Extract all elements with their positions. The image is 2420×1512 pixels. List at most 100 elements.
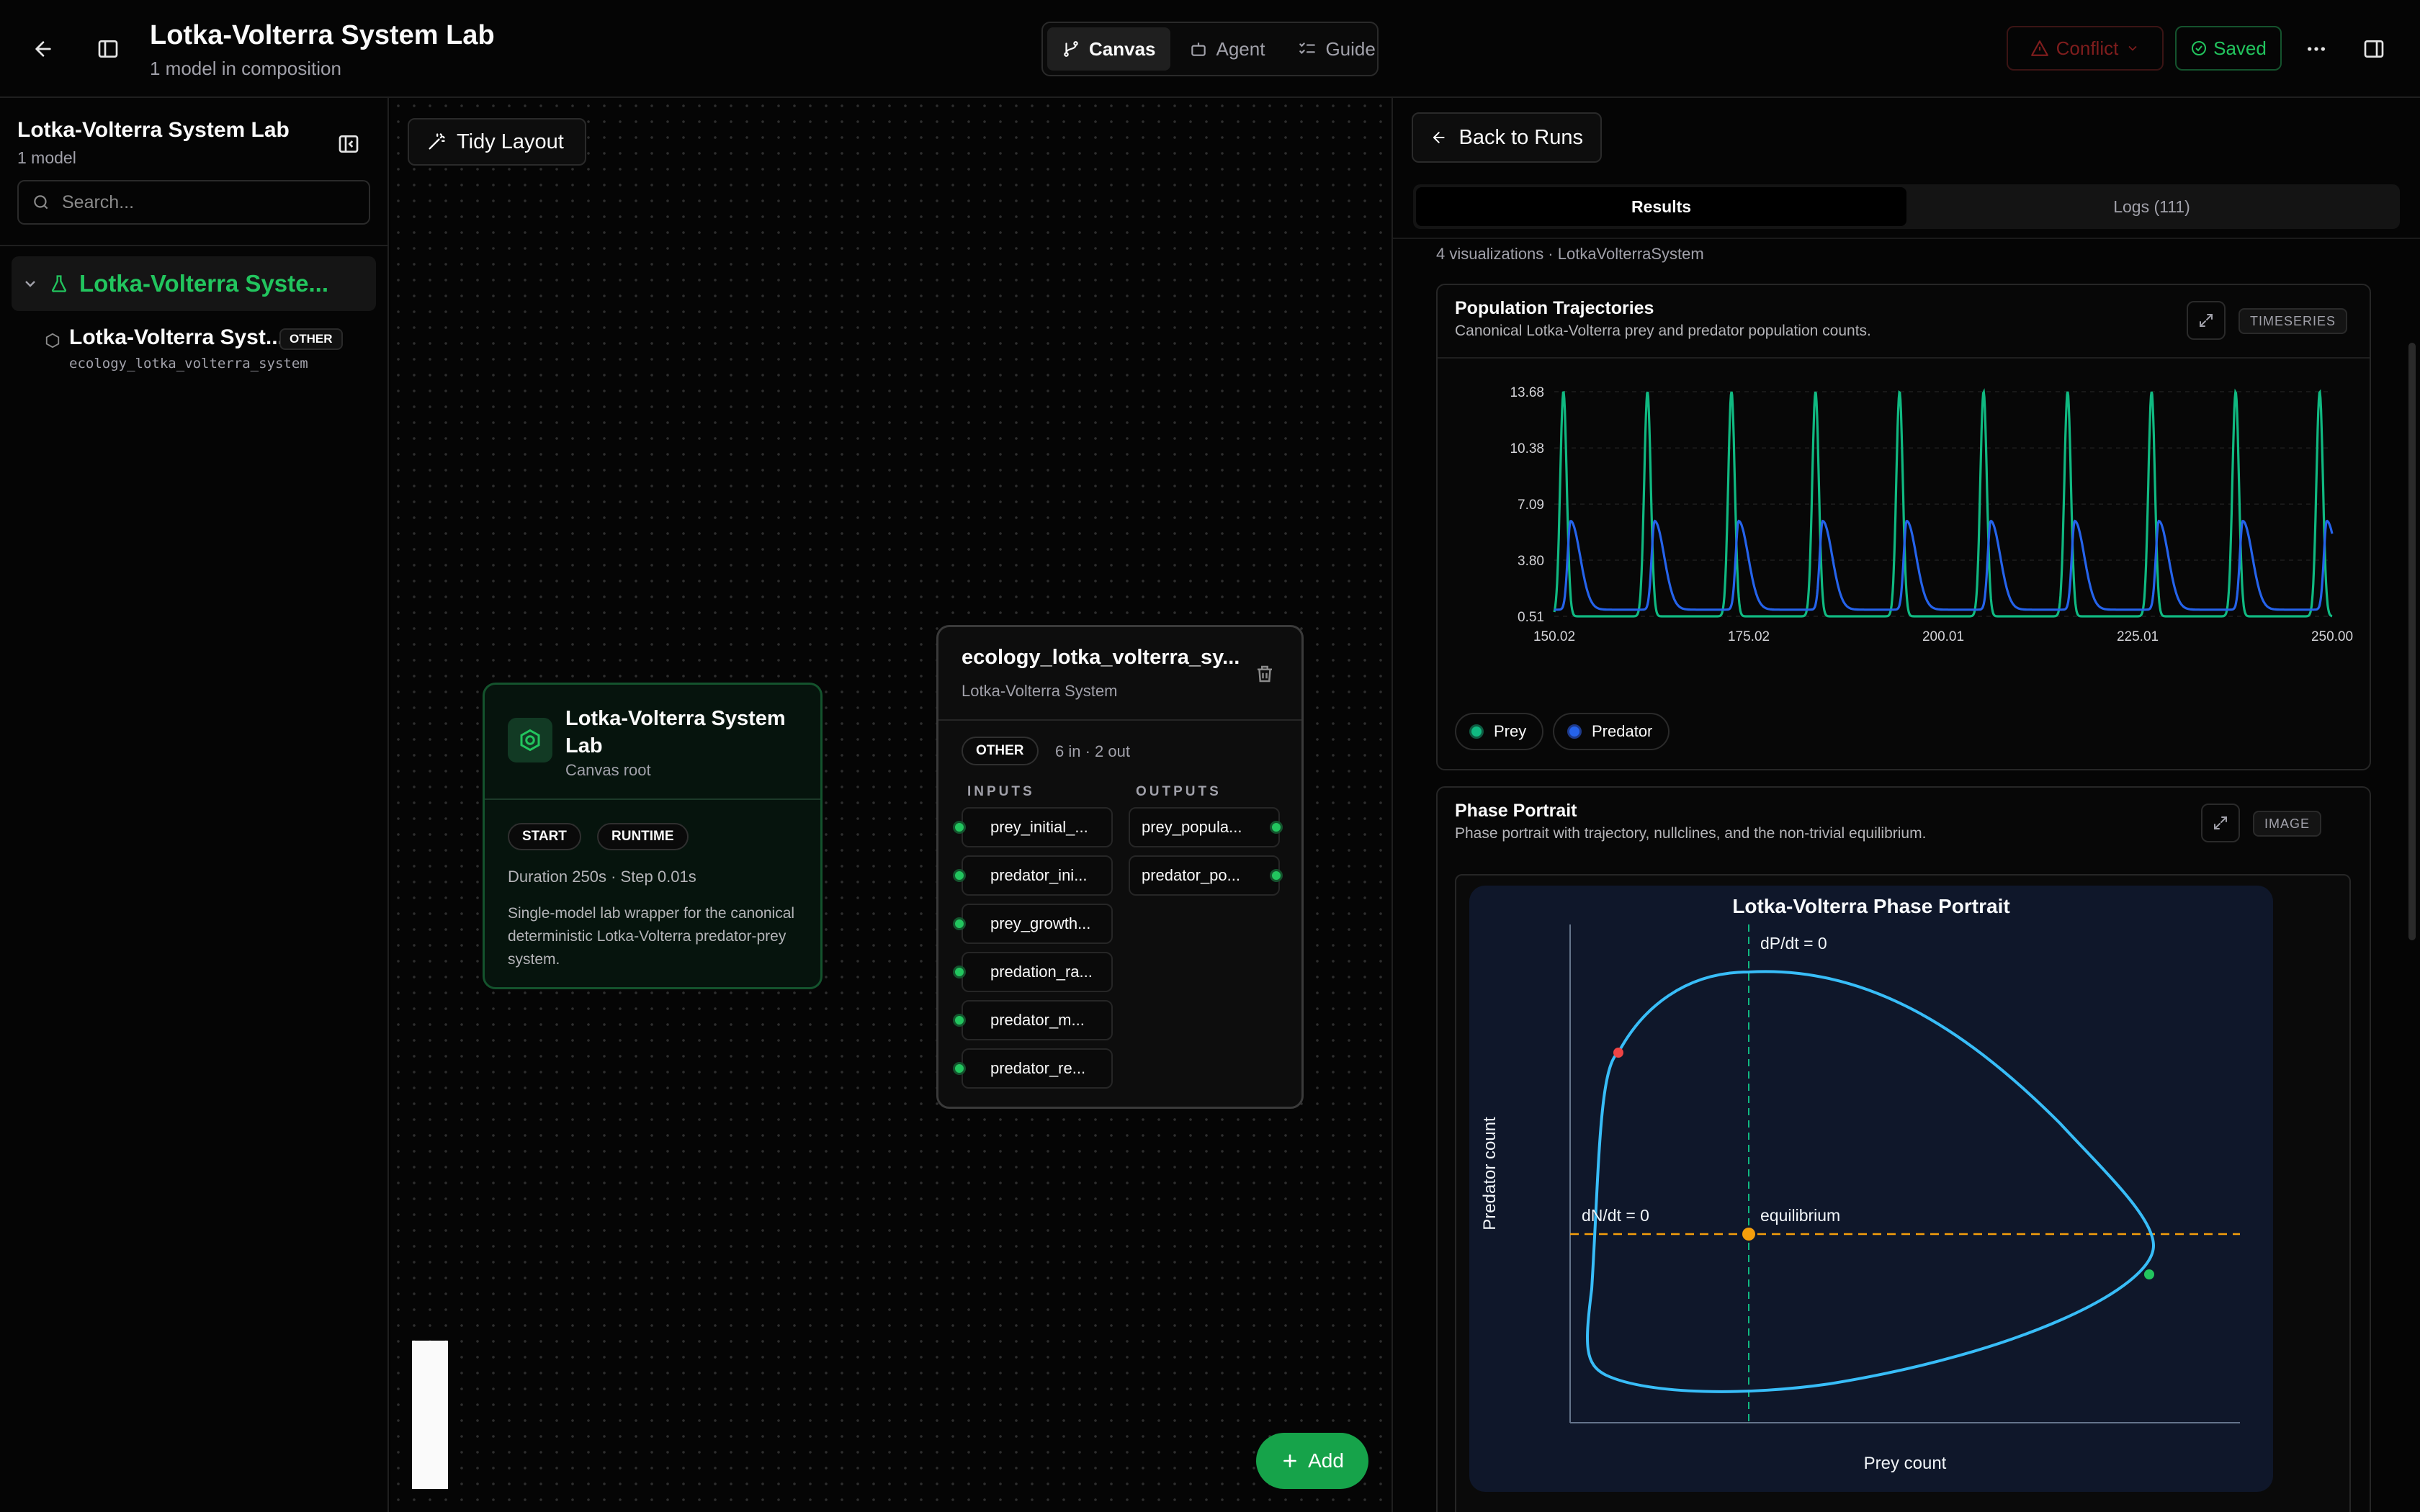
collapse-sidebar-icon[interactable] <box>334 130 363 158</box>
page-title: Lotka-Volterra System Lab <box>150 20 495 50</box>
input-port[interactable]: prey_initial_... <box>962 807 1113 847</box>
chevron-down-icon <box>25 281 35 287</box>
sidebar-item-label: Lotka-Volterra Syst... <box>69 325 284 349</box>
port-label: predator_m... <box>990 1011 1085 1029</box>
port-label: predator_re... <box>990 1059 1086 1077</box>
expand-icon[interactable] <box>2201 804 2240 842</box>
phase-title: Lotka-Volterra Phase Portrait <box>1732 895 2009 917</box>
input-handle[interactable] <box>953 966 966 978</box>
warning-icon <box>2030 40 2048 56</box>
chart-grid <box>1554 391 2332 617</box>
back-to-runs-button[interactable]: Back to Runs <box>1412 112 1602 163</box>
phase-portrait-image: Lotka-Volterra Phase Portrait dP/dt = 0 … <box>1469 886 2273 1492</box>
tab-guide[interactable]: Guide <box>1283 27 1389 71</box>
legend-label: Predator <box>1592 722 1653 740</box>
input-port[interactable]: predator_ini... <box>962 855 1113 896</box>
back-arrow-icon[interactable] <box>29 35 58 63</box>
view-switcher: Canvas Agent Guide <box>1041 22 1379 76</box>
sidebar-item-model[interactable]: Lotka-Volterra Syst... OTHER ecology_lot… <box>45 323 376 377</box>
model-node[interactable]: ecology_lotka_volterra_sy... Lotka-Volte… <box>936 625 1304 1109</box>
equilibrium-label: equilibrium <box>1760 1206 1840 1225</box>
input-port[interactable]: predator_re... <box>962 1048 1113 1089</box>
x-tick-label: 200.01 <box>1922 629 1964 644</box>
predator-series-line <box>1554 519 2334 611</box>
node-subtitle: Lotka-Volterra System <box>962 682 1118 700</box>
search-icon <box>34 195 48 210</box>
canvas-root-node[interactable]: Lotka-Volterra System Lab Canvas root ST… <box>483 683 823 989</box>
more-options-icon[interactable] <box>2302 35 2331 63</box>
tab-agent[interactable]: Agent <box>1175 27 1280 71</box>
population-chart: 0.51 3.80 7.09 10.38 13.68 150.02 175.02 200.0… <box>1510 385 2353 644</box>
legend-prey[interactable]: Prey <box>1455 713 1544 750</box>
prey-swatch <box>1469 724 1484 739</box>
plus-icon <box>1283 1454 1296 1467</box>
output-handle[interactable] <box>1270 869 1283 882</box>
trash-icon[interactable] <box>1254 663 1276 685</box>
runtime-chip: RUNTIME <box>597 823 689 850</box>
saved-status: Saved <box>2175 26 2282 71</box>
input-handle[interactable] <box>953 1014 966 1027</box>
input-handle[interactable] <box>953 821 966 834</box>
legend-label: Prey <box>1494 722 1527 740</box>
toggle-sidebar-icon[interactable] <box>94 35 122 63</box>
output-port[interactable]: prey_popula... <box>1129 807 1280 847</box>
add-button[interactable]: Add <box>1256 1433 1368 1489</box>
y-tick-label: 13.68 <box>1510 385 1544 400</box>
start-point-marker <box>1613 1048 1623 1058</box>
conflict-label: Conflict <box>2056 37 2119 59</box>
tab-logs[interactable]: Logs (111) <box>1906 187 2397 226</box>
x-tick-label: 150.02 <box>1533 629 1575 644</box>
input-handle[interactable] <box>953 1062 966 1075</box>
port-label: predation_ra... <box>990 963 1093 981</box>
expand-icon[interactable] <box>2187 301 2226 340</box>
toggle-right-panel-icon[interactable] <box>2360 35 2388 63</box>
scrollbar[interactable] <box>2408 343 2416 940</box>
search-placeholder: Search... <box>62 192 135 212</box>
conflict-button[interactable]: Conflict <box>2007 26 2164 71</box>
port-label: prey_popula... <box>1142 818 1242 836</box>
phase-portrait-card: Phase Portrait Phase portrait with traje… <box>1436 786 2371 1512</box>
tab-canvas[interactable]: Canvas <box>1047 27 1170 71</box>
minimap[interactable] <box>412 1341 448 1489</box>
port-label: prey_growth... <box>990 914 1091 932</box>
results-scroll-area[interactable]: 4 visualizations · LotkaVolterraSystem P… <box>1393 238 2420 1512</box>
model-id: ecology_lotka_volterra_system <box>69 356 308 372</box>
tidy-layout-button[interactable]: Tidy Layout <box>408 118 586 166</box>
end-point-marker <box>2144 1269 2154 1279</box>
page-subtitle: 1 model in composition <box>150 58 341 79</box>
arrow-left-icon <box>1433 132 1445 143</box>
checklist-icon <box>1299 42 1316 54</box>
output-handle[interactable] <box>1270 821 1283 834</box>
type-chip: OTHER <box>962 737 1039 765</box>
equilibrium-marker <box>1742 1228 1755 1241</box>
search-input[interactable]: Search... <box>17 180 370 225</box>
input-handle[interactable] <box>953 917 966 930</box>
port-label: predator_ini... <box>990 866 1088 884</box>
port-label: prey_initial_... <box>990 818 1088 836</box>
output-port[interactable]: predator_po... <box>1129 855 1280 896</box>
input-handle[interactable] <box>953 869 966 882</box>
input-port[interactable]: predator_m... <box>962 1000 1113 1040</box>
sidebar-title: Lotka-Volterra System Lab <box>17 118 290 142</box>
canvas[interactable]: Tidy Layout Lotka-Volterra System Lab Ca… <box>390 98 1392 1512</box>
input-port[interactable]: predation_ra... <box>962 952 1113 992</box>
y-tick-label: 3.80 <box>1518 554 1544 569</box>
x-axis-ticks: 150.02 175.02 200.01 225.01 250.00 <box>1533 629 2353 644</box>
io-summary: 6 in · 2 out <box>1055 742 1130 760</box>
divider <box>938 719 1301 721</box>
sidebar-subtitle: 1 model <box>17 148 76 167</box>
magic-wand-icon <box>429 133 445 150</box>
type-tag: IMAGE <box>2253 811 2322 837</box>
tab-results[interactable]: Results <box>1416 187 1906 226</box>
hexagon-icon <box>45 333 60 348</box>
sidebar-item-lab[interactable]: Lotka-Volterra Syste... <box>12 256 376 311</box>
check-circle-icon <box>2192 41 2207 55</box>
results-tabs: Results Logs (111) <box>1413 184 2400 229</box>
type-badge: OTHER <box>279 328 343 350</box>
tab-agent-label: Agent <box>1216 37 1265 60</box>
port-label: predator_po... <box>1142 866 1240 884</box>
x-tick-label: 175.02 <box>1728 629 1770 644</box>
tab-guide-label: Guide <box>1325 37 1376 60</box>
legend-predator[interactable]: Predator <box>1553 713 1670 750</box>
input-port[interactable]: prey_growth... <box>962 904 1113 944</box>
